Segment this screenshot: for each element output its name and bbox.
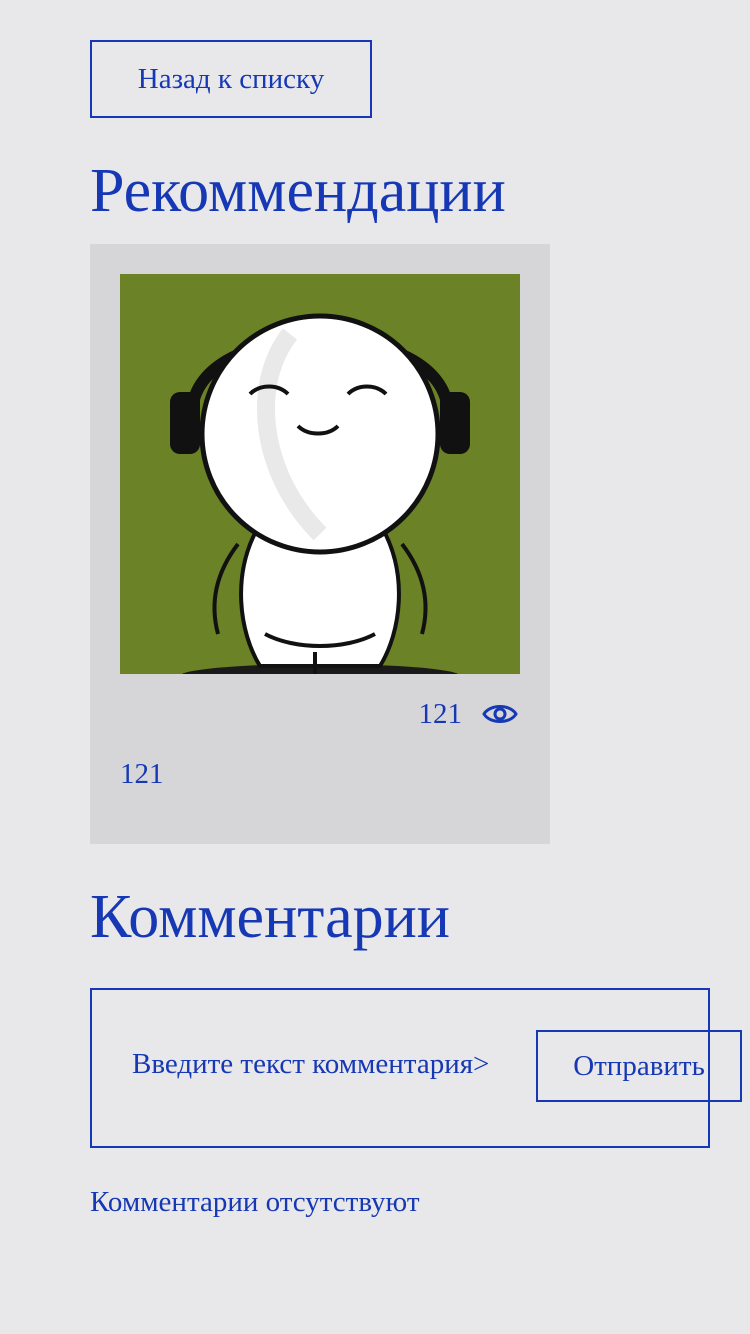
comments-title: Комментарии — [90, 883, 450, 951]
views-counter: 121 — [120, 694, 520, 734]
card-caption: 121 — [120, 758, 164, 790]
views-count: 121 — [418, 697, 463, 730]
recommendations-title: Рекоммендации — [90, 157, 506, 225]
send-button[interactable]: Отправить — [536, 1030, 742, 1102]
eye-icon — [480, 694, 520, 734]
cartoon-character-headphones-icon — [120, 274, 520, 674]
card-image[interactable] — [120, 274, 520, 674]
comment-input[interactable]: Введите текст комментария> — [132, 1048, 489, 1081]
no-comments-text: Комментарии отсутствуют — [90, 1186, 420, 1218]
recommendation-card[interactable]: 121 121 — [90, 244, 550, 844]
back-to-list-button[interactable]: Назад к списку — [90, 40, 372, 118]
